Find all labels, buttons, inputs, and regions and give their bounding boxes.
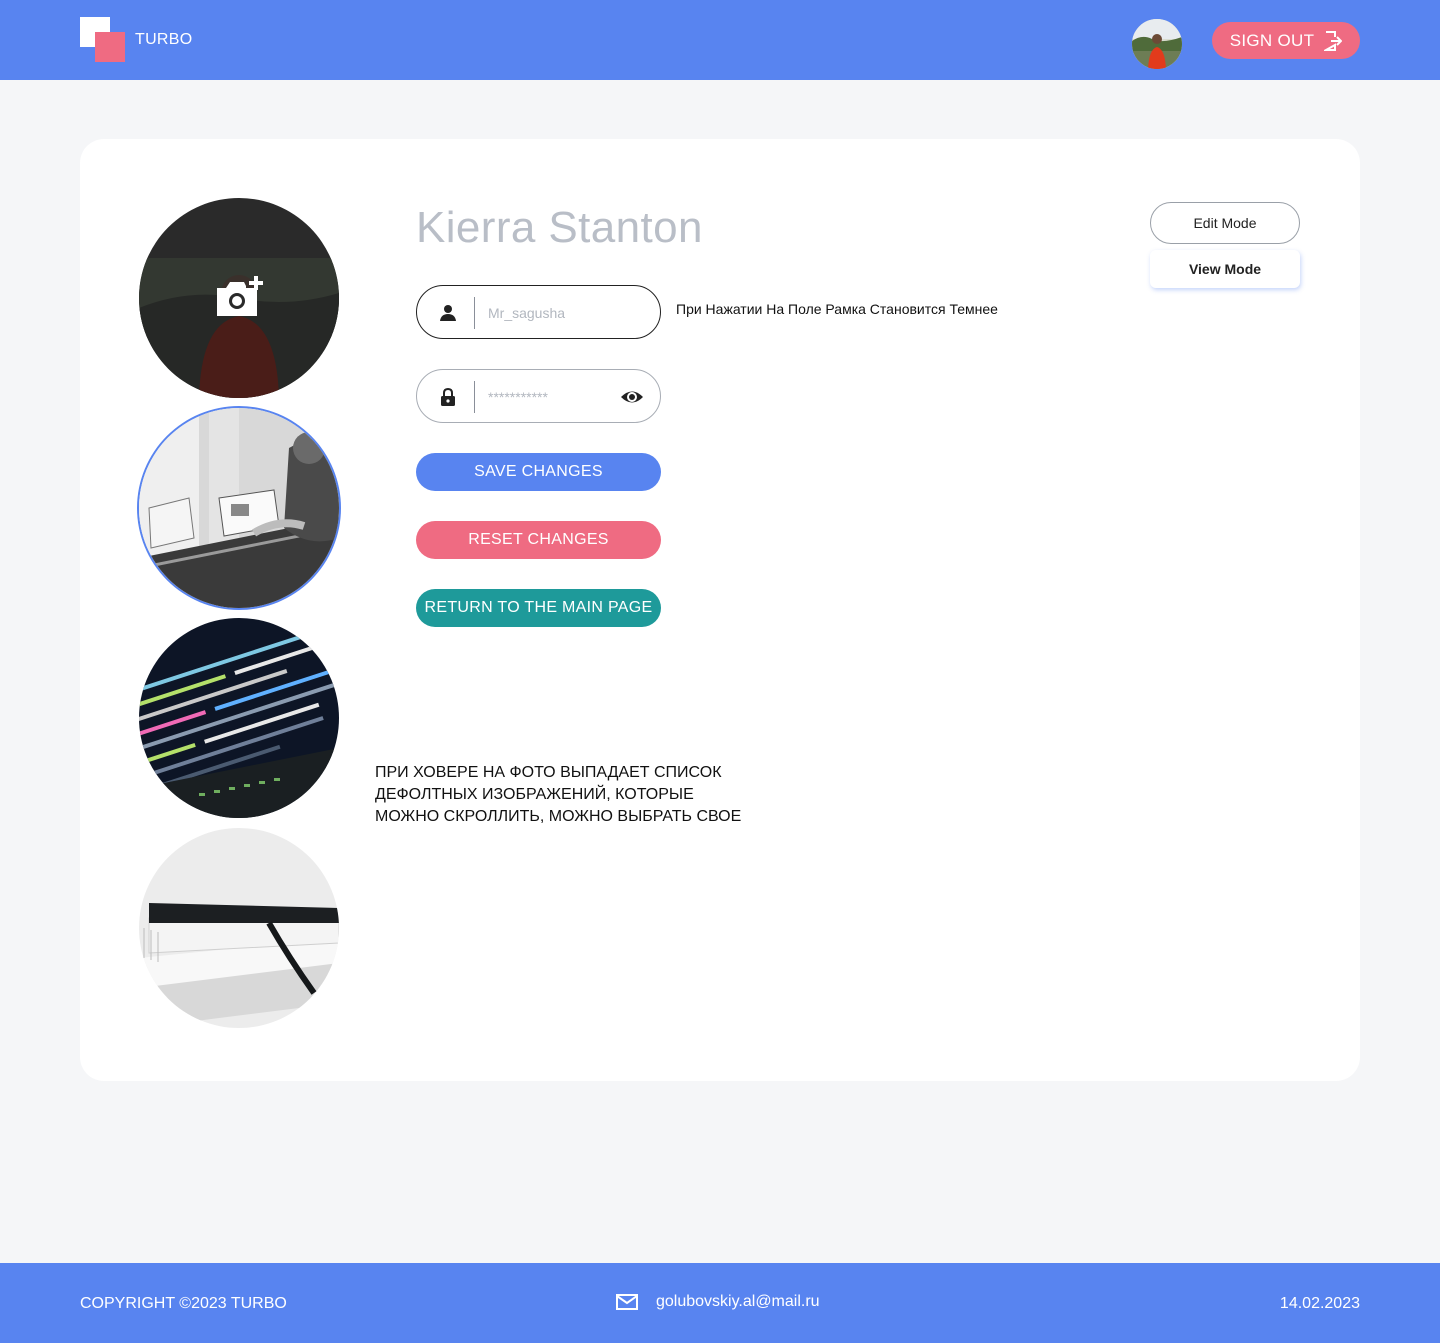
office-image [139, 408, 339, 608]
field-divider [474, 381, 475, 413]
edit-mode-button[interactable]: Edit Mode [1150, 202, 1300, 244]
photo-note-line: ДЕФОЛТНЫХ ИЗОБРАЖЕНИЙ, КОТОРЫЕ [375, 786, 694, 803]
default-photo-code[interactable] [139, 618, 339, 818]
save-changes-button[interactable]: SAVE CHANGES [416, 453, 661, 491]
profile-name: Kierra Stanton [416, 203, 703, 252]
logout-icon [1324, 30, 1343, 51]
photo-note-line: МОЖНО СКРОЛЛИТЬ, МОЖНО ВЫБРАТЬ СВОЕ [375, 808, 742, 825]
logo-square-pink [95, 32, 125, 62]
photo-hover-note: ПРИ ХОВЕРЕ НА ФОТО ВЫПАДАЕТ СПИСОК ДЕФОЛ… [375, 762, 775, 828]
copyright-text: COPYRIGHT ©2023 TURBO [80, 1295, 287, 1312]
password-input[interactable] [488, 384, 618, 410]
camera-add-icon[interactable] [214, 276, 264, 320]
username-field[interactable] [416, 285, 661, 339]
logo-text[interactable]: TURBO [135, 31, 193, 49]
footer-email[interactable]: golubovskiy.al@mail.ru [616, 1293, 820, 1311]
user-icon [440, 305, 456, 321]
sign-out-label: SIGN OUT [1229, 30, 1315, 50]
default-photo-office[interactable] [139, 408, 339, 608]
eye-icon[interactable] [620, 386, 644, 408]
sign-out-button[interactable]: SIGN OUT [1212, 22, 1360, 59]
username-input[interactable] [488, 300, 618, 326]
email-link[interactable]: golubovskiy.al@mail.ru [656, 1293, 820, 1311]
logo[interactable] [80, 17, 126, 63]
reset-changes-button[interactable]: RESET CHANGES [416, 521, 661, 559]
footer: COPYRIGHT ©2023 TURBO golubovskiy.al@mai… [0, 1263, 1440, 1343]
notebooks-image [139, 828, 339, 1028]
header-avatar[interactable] [1132, 19, 1182, 69]
mail-icon [616, 1294, 638, 1310]
field-focus-note: При Нажатии На Поле Рамка Становится Тем… [676, 301, 998, 317]
return-main-page-button[interactable]: RETURN TO THE MAIN PAGE [416, 589, 661, 627]
lock-icon [441, 387, 455, 406]
avatar-photo-icon [1132, 19, 1182, 69]
default-photo-notebooks[interactable] [139, 828, 339, 1028]
photo-note-line: ПРИ ХОВЕРЕ НА ФОТО ВЫПАДАЕТ СПИСОК [375, 764, 722, 781]
field-divider [474, 297, 475, 329]
view-mode-button[interactable]: View Mode [1150, 250, 1300, 288]
code-image [139, 618, 339, 818]
header: TURBO SIGN OUT [0, 0, 1440, 80]
password-field[interactable] [416, 369, 661, 423]
avatar-upload-photo[interactable] [139, 198, 339, 398]
footer-date: 14.02.2023 [1279, 1295, 1360, 1312]
